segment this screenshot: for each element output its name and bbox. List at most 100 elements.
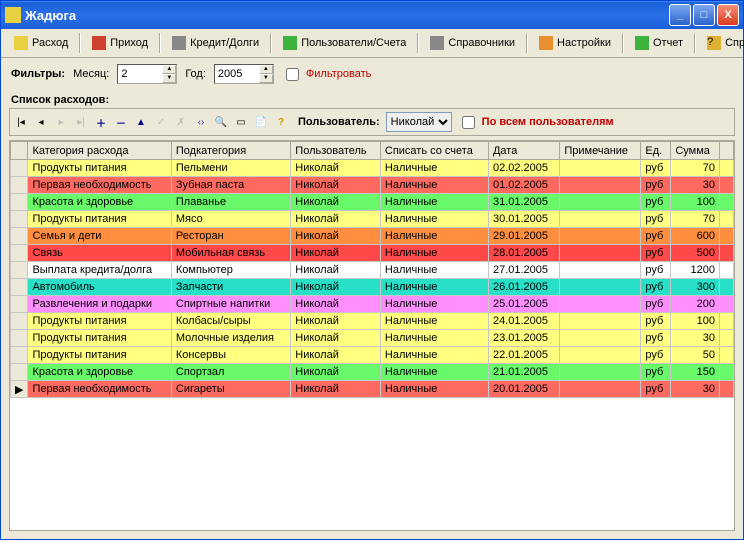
- cell-note[interactable]: [560, 262, 641, 279]
- all-users-checkbox[interactable]: По всем пользователям: [458, 113, 614, 132]
- spin-up-icon[interactable]: ▲: [162, 65, 176, 74]
- spin-down-icon[interactable]: ▼: [259, 74, 273, 83]
- cell-subcategory[interactable]: Мобильная связь: [171, 245, 290, 262]
- user-select[interactable]: Николай: [386, 112, 452, 132]
- cell-unit[interactable]: руб: [641, 177, 671, 194]
- cell-account[interactable]: Наличные: [380, 262, 488, 279]
- cell-user[interactable]: Николай: [291, 211, 381, 228]
- all-users-checkbox-box[interactable]: [462, 116, 475, 129]
- filter-checkbox[interactable]: Фильтровать: [282, 65, 371, 84]
- cell-date[interactable]: 20.01.2005: [488, 381, 559, 398]
- table-row[interactable]: Продукты питанияМясоНиколайНаличные30.01…: [11, 211, 734, 228]
- cell-date[interactable]: 24.01.2005: [488, 313, 559, 330]
- table-row[interactable]: Продукты питанияКонсервыНиколайНаличные2…: [11, 347, 734, 364]
- cell-user[interactable]: Николай: [291, 347, 381, 364]
- table-row[interactable]: Продукты питанияПельмениНиколайНаличные0…: [11, 160, 734, 177]
- cell-date[interactable]: 30.01.2005: [488, 211, 559, 228]
- table-row[interactable]: ▶Первая необходимостьСигаретыНиколайНали…: [11, 381, 734, 398]
- cell-unit[interactable]: руб: [641, 279, 671, 296]
- cell-date[interactable]: 27.01.2005: [488, 262, 559, 279]
- cell-note[interactable]: [560, 364, 641, 381]
- cell-category[interactable]: Продукты питания: [28, 347, 171, 364]
- table-row[interactable]: Выплата кредита/долгаКомпьютерНиколайНал…: [11, 262, 734, 279]
- cell-note[interactable]: [560, 279, 641, 296]
- cell-sum[interactable]: 200: [671, 296, 720, 313]
- cell-sum[interactable]: 100: [671, 313, 720, 330]
- cell-date[interactable]: 22.01.2005: [488, 347, 559, 364]
- tab-report[interactable]: Отчет: [628, 33, 690, 53]
- nav-last-icon[interactable]: ▸|: [74, 115, 88, 129]
- month-spinbox[interactable]: ▲▼: [117, 64, 177, 84]
- cell-subcategory[interactable]: Пельмени: [171, 160, 290, 177]
- cell-subcategory[interactable]: Ресторан: [171, 228, 290, 245]
- cell-account[interactable]: Наличные: [380, 177, 488, 194]
- remove-icon[interactable]: －: [114, 115, 128, 129]
- cell-category[interactable]: Продукты питания: [28, 160, 171, 177]
- cell-note[interactable]: [560, 211, 641, 228]
- commit-icon[interactable]: ✓: [154, 115, 168, 129]
- cell-account[interactable]: Наличные: [380, 245, 488, 262]
- tab-users[interactable]: Пользователи/Счета: [276, 33, 413, 53]
- cell-note[interactable]: [560, 194, 641, 211]
- grid-wrap[interactable]: Категория расхода Подкатегория Пользоват…: [9, 140, 735, 531]
- cell-sum[interactable]: 1200: [671, 262, 720, 279]
- table-row[interactable]: Семья и детиРесторанНиколайНаличные29.01…: [11, 228, 734, 245]
- cell-sum[interactable]: 70: [671, 160, 720, 177]
- cell-category[interactable]: Связь: [28, 245, 171, 262]
- spin-down-icon[interactable]: ▼: [162, 74, 176, 83]
- cell-account[interactable]: Наличные: [380, 228, 488, 245]
- maximize-button[interactable]: □: [693, 4, 715, 26]
- cell-unit[interactable]: руб: [641, 194, 671, 211]
- cell-user[interactable]: Николай: [291, 296, 381, 313]
- doc-icon[interactable]: 📄: [254, 115, 268, 129]
- cell-sum[interactable]: 300: [671, 279, 720, 296]
- cell-user[interactable]: Николай: [291, 313, 381, 330]
- tab-settings[interactable]: Настройки: [532, 33, 618, 53]
- cell-category[interactable]: Семья и дети: [28, 228, 171, 245]
- cell-category[interactable]: Продукты питания: [28, 211, 171, 228]
- cell-subcategory[interactable]: Молочные изделия: [171, 330, 290, 347]
- cell-user[interactable]: Николай: [291, 160, 381, 177]
- col-account[interactable]: Списать со счета: [380, 142, 488, 160]
- help-icon[interactable]: ?: [274, 115, 288, 129]
- cell-note[interactable]: [560, 160, 641, 177]
- cell-account[interactable]: Наличные: [380, 279, 488, 296]
- cell-category[interactable]: Первая необходимость: [28, 381, 171, 398]
- cell-user[interactable]: Николай: [291, 194, 381, 211]
- year-spinbox[interactable]: ▲▼: [214, 64, 274, 84]
- cell-sum[interactable]: 30: [671, 330, 720, 347]
- cell-subcategory[interactable]: Плаванье: [171, 194, 290, 211]
- table-row[interactable]: Первая необходимостьЗубная пастаНиколайН…: [11, 177, 734, 194]
- cell-subcategory[interactable]: Запчасти: [171, 279, 290, 296]
- cell-category[interactable]: Развлечения и подарки: [28, 296, 171, 313]
- cell-account[interactable]: Наличные: [380, 296, 488, 313]
- col-user[interactable]: Пользователь: [291, 142, 381, 160]
- cell-category[interactable]: Красота и здоровье: [28, 194, 171, 211]
- cell-unit[interactable]: руб: [641, 262, 671, 279]
- cell-unit[interactable]: руб: [641, 347, 671, 364]
- cell-user[interactable]: Николай: [291, 245, 381, 262]
- cell-user[interactable]: Николай: [291, 228, 381, 245]
- cell-note[interactable]: [560, 177, 641, 194]
- cell-subcategory[interactable]: Консервы: [171, 347, 290, 364]
- cell-date[interactable]: 29.01.2005: [488, 228, 559, 245]
- month-input[interactable]: [118, 65, 162, 83]
- cell-unit[interactable]: руб: [641, 228, 671, 245]
- edit-icon[interactable]: ▲: [134, 115, 148, 129]
- cell-unit[interactable]: руб: [641, 211, 671, 228]
- cell-sum[interactable]: 50: [671, 347, 720, 364]
- col-subcategory[interactable]: Подкатегория: [171, 142, 290, 160]
- cell-category[interactable]: Первая необходимость: [28, 177, 171, 194]
- refresh-icon[interactable]: ‹›: [194, 115, 208, 129]
- cell-category[interactable]: Автомобиль: [28, 279, 171, 296]
- cell-note[interactable]: [560, 381, 641, 398]
- search-icon[interactable]: 🔍: [214, 115, 228, 129]
- col-sum[interactable]: Сумма: [671, 142, 720, 160]
- col-date[interactable]: Дата: [488, 142, 559, 160]
- cell-unit[interactable]: руб: [641, 381, 671, 398]
- cell-account[interactable]: Наличные: [380, 313, 488, 330]
- cell-subcategory[interactable]: Мясо: [171, 211, 290, 228]
- cell-note[interactable]: [560, 296, 641, 313]
- year-input[interactable]: [215, 65, 259, 83]
- cell-subcategory[interactable]: Спортзал: [171, 364, 290, 381]
